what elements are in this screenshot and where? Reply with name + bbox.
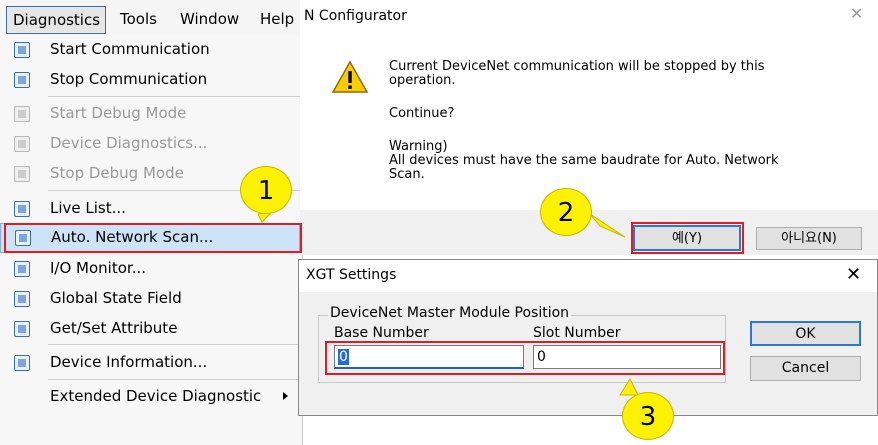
callout-pointer-2 — [589, 213, 626, 238]
step-badge-1: 1 — [240, 166, 292, 214]
step-badge-3: 3 — [622, 392, 674, 440]
step-badge-2: 2 — [540, 188, 592, 236]
callout-pointer-3 — [619, 377, 639, 396]
callout-pointers — [257, 211, 639, 396]
